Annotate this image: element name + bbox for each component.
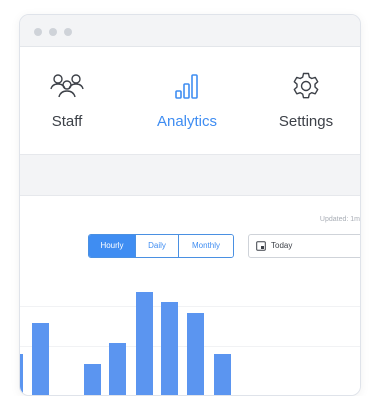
chart-bar — [20, 354, 23, 395]
tab-settings-label: Settings — [278, 113, 334, 130]
range-selector: Hourly Daily Monthly — [88, 234, 234, 258]
window-dot-1[interactable] — [34, 28, 42, 36]
range-hourly-button[interactable]: Hourly — [89, 235, 136, 257]
app-window: Staff Analytics Settings Updated: 1m Hou… — [19, 14, 361, 396]
chart-bar — [214, 354, 231, 395]
window-dot-3[interactable] — [64, 28, 72, 36]
hourly-bar-chart — [20, 266, 360, 395]
section-separator — [20, 154, 360, 196]
staff-icon — [50, 74, 84, 98]
title-bar — [20, 15, 360, 47]
date-picker[interactable]: Today — [248, 234, 360, 258]
chart-bar — [161, 302, 178, 395]
analytics-icon — [175, 74, 198, 99]
chart-bar — [187, 313, 204, 395]
range-monthly-button[interactable]: Monthly — [179, 235, 233, 257]
window-dot-2[interactable] — [49, 28, 57, 36]
tab-staff[interactable]: Staff — [20, 71, 117, 130]
settings-icon — [293, 72, 319, 99]
tab-bar: Staff Analytics Settings — [20, 47, 360, 165]
chart-bar — [84, 364, 101, 395]
chart-bar — [32, 323, 49, 395]
tab-analytics-label: Analytics — [156, 113, 218, 130]
chart-bar — [136, 292, 153, 395]
chart-bar — [109, 343, 126, 395]
calendar-icon — [256, 241, 266, 251]
tab-staff-label: Staff — [51, 113, 83, 130]
updated-label: Updated: 1m — [319, 216, 360, 223]
analytics-panel: Updated: 1m Hourly Daily Monthly Today — [20, 196, 360, 395]
date-picker-value: Today — [271, 241, 293, 250]
tab-settings[interactable]: Settings — [256, 71, 356, 130]
tab-analytics[interactable]: Analytics — [137, 71, 237, 130]
range-daily-button[interactable]: Daily — [136, 235, 179, 257]
